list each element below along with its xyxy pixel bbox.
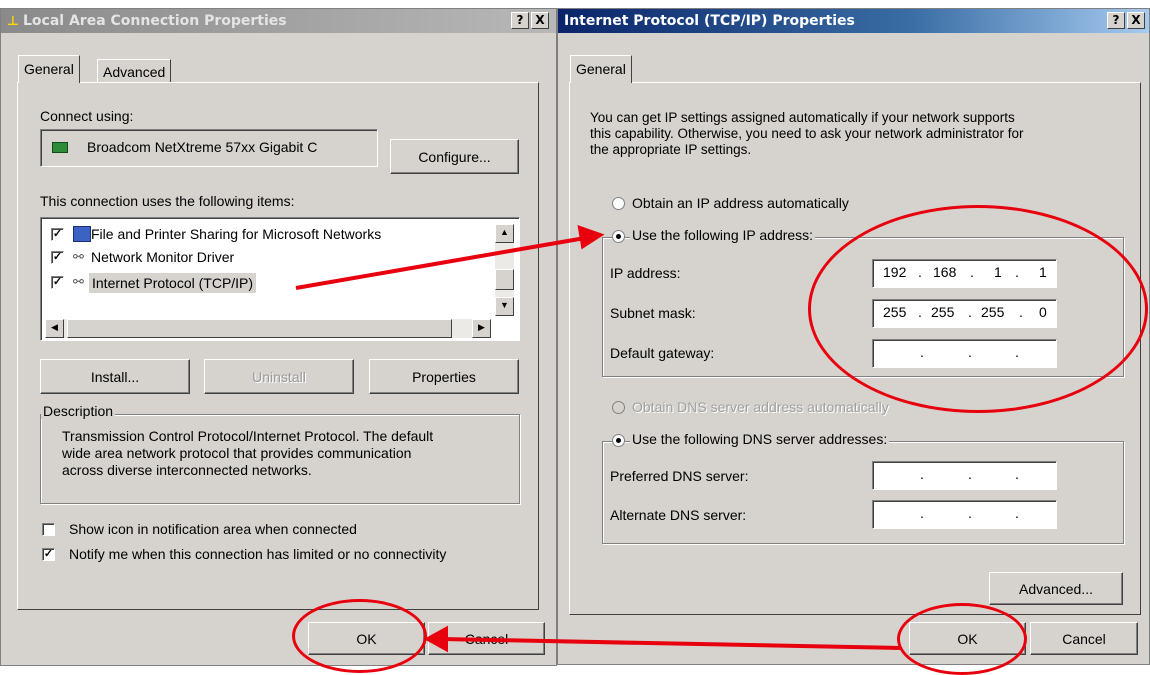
scroll-up-button[interactable]: ▲ [495, 224, 514, 243]
default-gateway-label: Default gateway: [610, 345, 715, 361]
help-button[interactable]: ? [1107, 12, 1125, 29]
use-following-ip-label[interactable]: Use the following IP address: [630, 227, 816, 243]
intro-line-3: the appropriate IP settings. [590, 142, 752, 157]
vertical-scroll-thumb[interactable] [495, 269, 514, 290]
item-checkbox[interactable]: ✓ [51, 251, 64, 264]
tab-general[interactable]: General [18, 55, 80, 83]
preferred-dns-field[interactable]: . . . [872, 461, 1057, 490]
intro-line-1: You can get IP settings assigned automat… [590, 110, 1015, 125]
right-window-title: Internet Protocol (TCP/IP) Properties [564, 13, 855, 29]
preferred-dns-label: Preferred DNS server: [610, 468, 749, 484]
dns-dot: . [968, 466, 972, 482]
left-window-title: Local Area Connection Properties [23, 13, 287, 29]
intro-line-2: this capability. Otherwise, you need to … [590, 126, 1024, 141]
obtain-dns-auto-radio [612, 401, 625, 414]
item-checkbox[interactable]: ✓ [51, 276, 64, 289]
obtain-dns-auto-label: Obtain DNS server address automatically [632, 399, 889, 415]
left-title-bar[interactable]: ⊥ Local Area Connection Properties [1, 9, 556, 33]
list-item[interactable]: ✓ File and Printer Sharing for Microsoft… [51, 226, 491, 244]
scroll-down-button[interactable]: ▼ [495, 297, 514, 316]
right-ok-highlight-ring [897, 603, 1027, 675]
install-button[interactable]: Install... [40, 359, 190, 394]
local-area-connection-properties-window: ⊥ Local Area Connection Properties ? X G… [0, 8, 557, 666]
configure-button[interactable]: Configure... [390, 139, 519, 174]
item-label: Network Monitor Driver [91, 249, 235, 265]
use-following-dns-radio[interactable] [612, 434, 625, 447]
item-checkbox[interactable]: ✓ [51, 228, 64, 241]
dns-dot: . [1015, 505, 1019, 521]
uninstall-button: Uninstall [204, 359, 354, 394]
item-label-selected: Internet Protocol (TCP/IP) [89, 273, 257, 293]
list-item[interactable]: ✓ ⚯ Network Monitor Driver [51, 249, 491, 267]
alternate-dns-field[interactable]: . . . [872, 500, 1057, 529]
dns-dot: . [968, 505, 972, 521]
horizontal-scroll-thumb[interactable] [67, 319, 452, 338]
description-line-1: Transmission Control Protocol/Internet P… [62, 428, 434, 444]
right-title-bar[interactable]: Internet Protocol (TCP/IP) Properties [558, 9, 1149, 33]
general-tab-panel: Connect using: Broadcom NetXtreme 57xx G… [17, 82, 539, 610]
list-item[interactable]: ✓ ⚯ Internet Protocol (TCP/IP) [51, 273, 491, 293]
close-button[interactable]: X [1127, 12, 1145, 29]
items-label: This connection uses the following items… [40, 193, 295, 209]
use-following-ip-radio[interactable] [612, 230, 625, 243]
description-label: Description [41, 403, 116, 419]
connect-using-label: Connect using: [40, 108, 134, 124]
description-line-3: across diverse interconnected networks. [62, 462, 312, 478]
network-connection-icon: ⊥ [7, 13, 19, 29]
tab-general[interactable]: General [570, 55, 632, 83]
notify-label[interactable]: Notify me when this connection has limit… [69, 546, 446, 562]
tab-advanced[interactable]: Advanced [97, 59, 172, 83]
description-line-2: wide area network protocol that provides… [62, 445, 412, 461]
left-ok-highlight-ring [292, 599, 427, 673]
close-button[interactable]: X [531, 12, 549, 29]
obtain-ip-auto-label[interactable]: Obtain an IP address automatically [632, 195, 849, 211]
network-protocol-icon: ⚯ [73, 249, 84, 264]
alternate-dns-label: Alternate DNS server: [610, 507, 747, 523]
adapter-field: Broadcom NetXtreme 57xx Gigabit C [40, 129, 378, 167]
advanced-button[interactable]: Advanced... [989, 572, 1123, 605]
network-adapter-icon [52, 142, 68, 153]
items-list[interactable]: ✓ File and Printer Sharing for Microsoft… [40, 217, 520, 341]
show-icon-checkbox[interactable] [42, 523, 55, 536]
scroll-left-button[interactable]: ◀ [45, 319, 64, 338]
show-icon-label[interactable]: Show icon in notification area when conn… [69, 521, 357, 537]
dns-dot: . [1015, 466, 1019, 482]
item-label: File and Printer Sharing for Microsoft N… [91, 226, 382, 242]
printer-share-icon [73, 226, 91, 242]
ip-fields-highlight-ring [808, 205, 1148, 413]
dns-dot: . [920, 505, 924, 521]
obtain-ip-auto-radio[interactable] [612, 197, 625, 210]
cancel-button[interactable]: Cancel [428, 622, 545, 655]
network-protocol-icon: ⚯ [73, 274, 84, 289]
properties-button[interactable]: Properties [369, 359, 519, 394]
dns-dot: . [920, 466, 924, 482]
use-following-dns-label[interactable]: Use the following DNS server addresses: [630, 431, 890, 447]
help-button[interactable]: ? [511, 12, 529, 29]
cancel-button[interactable]: Cancel [1030, 622, 1138, 655]
subnet-mask-label: Subnet mask: [610, 305, 696, 321]
notify-checkbox[interactable]: ✓ [42, 548, 55, 561]
adapter-name: Broadcom NetXtreme 57xx Gigabit C [87, 139, 318, 155]
ip-address-label: IP address: [610, 265, 681, 281]
scroll-right-button[interactable]: ▶ [472, 319, 491, 338]
